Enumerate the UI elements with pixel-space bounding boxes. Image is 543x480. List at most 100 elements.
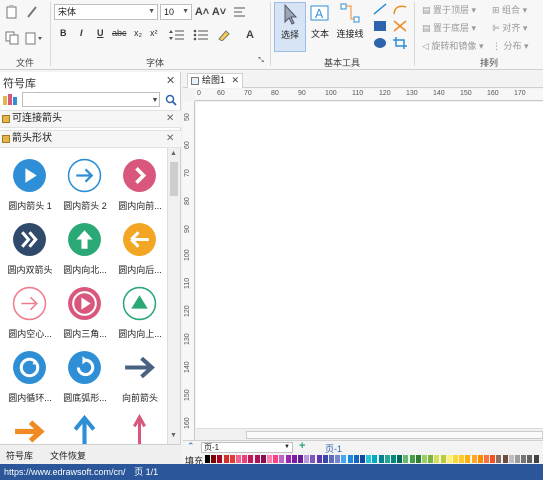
symbol-item[interactable]: 圆内三角...	[57, 280, 113, 344]
color-swatch[interactable]	[397, 455, 403, 463]
bring-front-button[interactable]: ▤ 置于顶层 ▾	[422, 3, 476, 16]
group-button[interactable]: ⊞ 组合 ▾	[492, 3, 527, 16]
symbol-item[interactable]: 圆内箭头 1	[2, 152, 58, 216]
color-swatch[interactable]	[521, 455, 527, 463]
line-icon[interactable]	[372, 2, 388, 16]
tab-file-recovery[interactable]: 文件恢复	[50, 449, 86, 462]
ellipse-icon[interactable]	[372, 36, 388, 50]
scroll-down-icon[interactable]: ▼	[170, 432, 177, 439]
color-swatch[interactable]	[409, 455, 415, 463]
color-swatch[interactable]	[304, 455, 310, 463]
subscript-button[interactable]: x₂	[134, 28, 142, 38]
close-icon[interactable]: ✕	[166, 111, 174, 127]
font-name-select[interactable]: 宋体 ▼	[54, 4, 158, 20]
color-swatch[interactable]	[446, 455, 452, 463]
color-swatch[interactable]	[508, 455, 514, 463]
color-swatch[interactable]	[223, 455, 229, 463]
symbol-item[interactable]: 圆内空心...	[2, 280, 58, 344]
align-button[interactable]: ⊫ 对齐 ▾	[492, 21, 527, 34]
color-swatch[interactable]	[267, 455, 272, 463]
color-swatch[interactable]	[484, 455, 489, 463]
superscript-button[interactable]: x²	[150, 28, 158, 38]
add-page-icon[interactable]: +	[299, 440, 305, 452]
library-icon[interactable]	[2, 93, 20, 107]
symbol-item[interactable]: 圆底弧形...	[57, 344, 113, 408]
close-icon[interactable]: ✕	[166, 131, 174, 147]
color-swatch[interactable]	[477, 455, 483, 463]
color-swatch[interactable]	[229, 455, 235, 463]
color-swatch[interactable]	[347, 455, 353, 463]
color-swatch[interactable]	[372, 455, 378, 463]
color-swatch[interactable]	[360, 455, 365, 463]
symbol-item[interactable]: 向前箭头	[112, 344, 166, 408]
color-swatch[interactable]	[471, 455, 477, 463]
color-swatch[interactable]	[496, 455, 502, 463]
bullet-list-icon[interactable]	[192, 28, 210, 42]
color-swatch[interactable]	[422, 455, 427, 463]
color-swatch[interactable]	[254, 455, 260, 463]
symbol-item[interactable]: 圆内循环...	[2, 344, 58, 408]
color-swatch[interactable]	[527, 455, 533, 463]
send-back-button[interactable]: ▤ 置于底层 ▾	[422, 21, 476, 34]
font-shrink-button[interactable]: A˅	[212, 5, 226, 19]
symbol-item[interactable]: 圆内向上...	[112, 280, 166, 344]
symbol-item[interactable]: 圆内向北...	[57, 216, 113, 280]
symbol-item[interactable]	[112, 408, 166, 444]
line-spacing-icon[interactable]	[168, 28, 186, 42]
scroll-up-icon[interactable]: ▲	[170, 150, 177, 157]
horizontal-scrollbar[interactable]	[196, 428, 543, 440]
color-swatch[interactable]	[316, 455, 322, 463]
symbol-item[interactable]: 圆内向前...	[112, 152, 166, 216]
cross-icon[interactable]	[392, 19, 408, 33]
color-swatch[interactable]	[322, 455, 328, 463]
tab-symbol-library[interactable]: 符号库	[6, 449, 33, 462]
color-swatch[interactable]	[329, 455, 334, 463]
color-swatch[interactable]	[502, 455, 508, 463]
color-swatch[interactable]	[248, 455, 254, 463]
symbol-item[interactable]: 圆内向后...	[112, 216, 166, 280]
italic-button[interactable]: I	[80, 28, 83, 38]
highlight-icon[interactable]	[216, 28, 236, 42]
color-swatch[interactable]	[403, 455, 409, 463]
copy-icon[interactable]	[4, 30, 20, 46]
search-icon[interactable]	[164, 93, 178, 107]
connector-tool-button[interactable]: 连接线	[332, 2, 368, 52]
page-up-icon[interactable]: ⌃	[187, 441, 195, 452]
font-color-icon[interactable]: A	[242, 28, 258, 42]
select-tool-button[interactable]: 选择	[274, 2, 306, 52]
tab-drawing1[interactable]: 绘图1 ✕	[187, 73, 243, 88]
color-swatch[interactable]	[205, 455, 210, 463]
color-swatch[interactable]	[384, 455, 390, 463]
distribute-button[interactable]: ⋮ 分布 ▾	[492, 39, 529, 52]
color-swatch[interactable]	[465, 455, 471, 463]
color-swatch[interactable]	[285, 455, 291, 463]
symbol-item[interactable]: 圆内双箭头	[2, 216, 58, 280]
status-url[interactable]: https://www.edrawsoft.com/cn/	[4, 467, 126, 477]
category-connectable-arrows[interactable]: 可连接箭头 ✕	[0, 110, 181, 128]
color-swatch[interactable]	[279, 455, 285, 463]
category-arrow-shapes[interactable]: 箭头形状 ✕	[0, 130, 181, 148]
symbol-item[interactable]	[57, 408, 113, 444]
drawing-canvas[interactable]	[196, 102, 543, 428]
color-swatch[interactable]	[335, 455, 341, 463]
color-swatch[interactable]	[533, 455, 539, 463]
color-swatch[interactable]	[291, 455, 297, 463]
color-swatch[interactable]	[242, 455, 248, 463]
color-swatch[interactable]	[260, 455, 266, 463]
color-swatch[interactable]	[515, 455, 520, 463]
page-select[interactable]: 页-1 ▼	[201, 442, 293, 453]
font-grow-button[interactable]: A˄	[195, 5, 209, 19]
color-swatch[interactable]	[440, 455, 446, 463]
symbol-item[interactable]: 圆内箭头 2	[57, 152, 113, 216]
color-swatch[interactable]	[298, 455, 303, 463]
strikethrough-button[interactable]: abc	[112, 28, 127, 38]
scroll-thumb[interactable]	[246, 431, 543, 439]
color-swatch[interactable]	[353, 455, 359, 463]
color-swatch[interactable]	[428, 455, 434, 463]
color-swatch[interactable]	[236, 455, 241, 463]
dialog-launcher-icon[interactable]: ⤡	[256, 56, 266, 66]
color-swatch[interactable]	[459, 455, 465, 463]
brush-icon[interactable]	[24, 4, 40, 20]
crop-icon[interactable]	[392, 36, 408, 50]
paste-special-icon[interactable]	[24, 30, 44, 46]
